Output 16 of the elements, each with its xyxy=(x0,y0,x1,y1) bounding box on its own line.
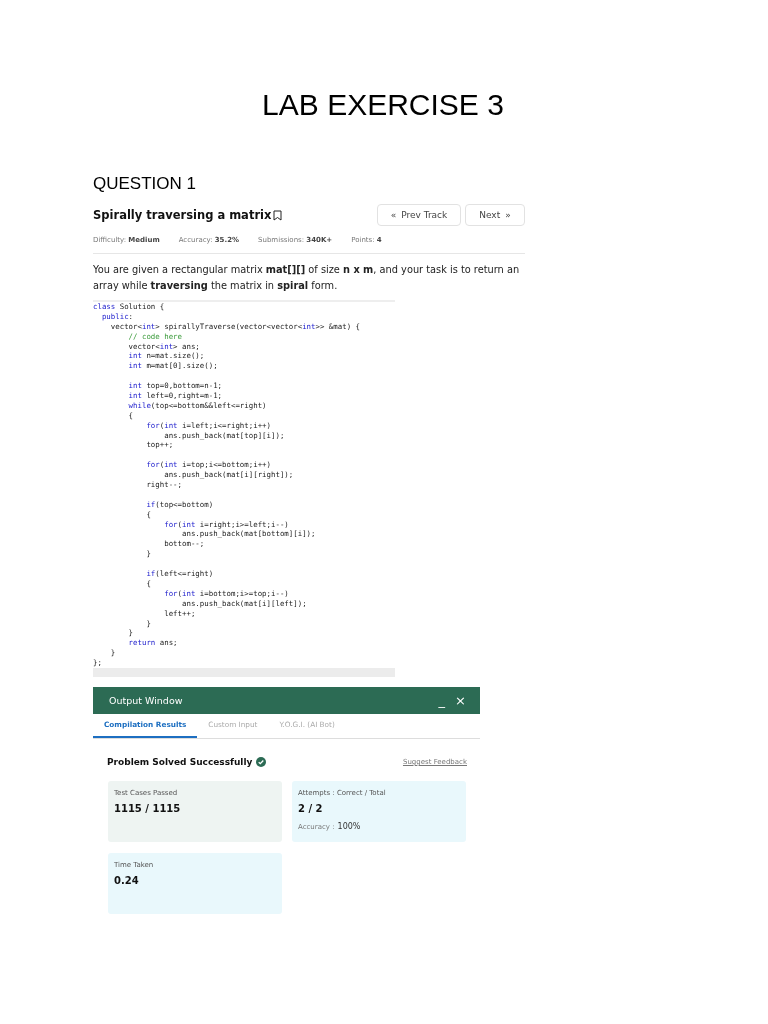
card-value: 0.24 xyxy=(114,874,139,886)
close-button[interactable]: × xyxy=(455,692,466,708)
window-title: Output Window xyxy=(109,694,183,706)
page-title: LAB EXERCISE 3 xyxy=(262,88,504,122)
problem-description: You are given a rectangular matrix mat[][] of size n x m, and your task is to return an array while traversing the matrix in spiral form. xyxy=(93,263,521,293)
prev-track-button[interactable]: « Prev Track xyxy=(377,204,461,226)
bookmark-icon[interactable] xyxy=(273,209,283,221)
minimize-button[interactable]: _ xyxy=(438,692,446,708)
card-value: 2 / 2 xyxy=(298,802,323,814)
next-button[interactable]: Next » xyxy=(465,204,525,226)
problem-title: Spirally traversing a matrix xyxy=(93,208,272,222)
status-message: Problem Solved Successfully xyxy=(107,756,253,767)
section-heading: QUESTION 1 xyxy=(93,174,196,194)
check-circle-icon xyxy=(256,756,267,767)
card-value: 1115 / 1115 xyxy=(114,802,181,814)
accuracy-value: 100% xyxy=(337,821,361,831)
